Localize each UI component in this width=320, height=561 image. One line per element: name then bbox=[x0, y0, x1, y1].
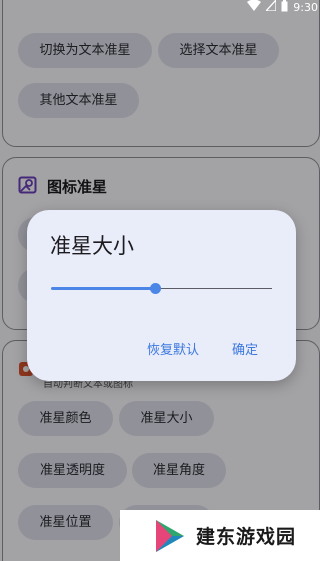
signal-icon bbox=[264, 0, 277, 14]
crosshair-size-dialog: 准星大小 恢复默认 确定 bbox=[27, 210, 296, 381]
watermark-logo-icon bbox=[150, 516, 190, 556]
watermark-text: 建东游戏园 bbox=[196, 526, 297, 548]
status-bar: 9:30 bbox=[220, 0, 320, 14]
size-slider[interactable] bbox=[51, 283, 272, 294]
reset-default-button[interactable]: 恢复默认 bbox=[147, 339, 199, 358]
confirm-button[interactable]: 确定 bbox=[232, 339, 258, 358]
slider-thumb[interactable] bbox=[149, 283, 161, 294]
watermark: 建东游戏园 bbox=[120, 510, 320, 561]
status-time: 9:30 bbox=[293, 0, 318, 14]
dialog-title: 准星大小 bbox=[50, 234, 134, 258]
battery-icon bbox=[281, 0, 288, 15]
slider-fill bbox=[51, 287, 155, 290]
wifi-icon bbox=[247, 0, 262, 14]
